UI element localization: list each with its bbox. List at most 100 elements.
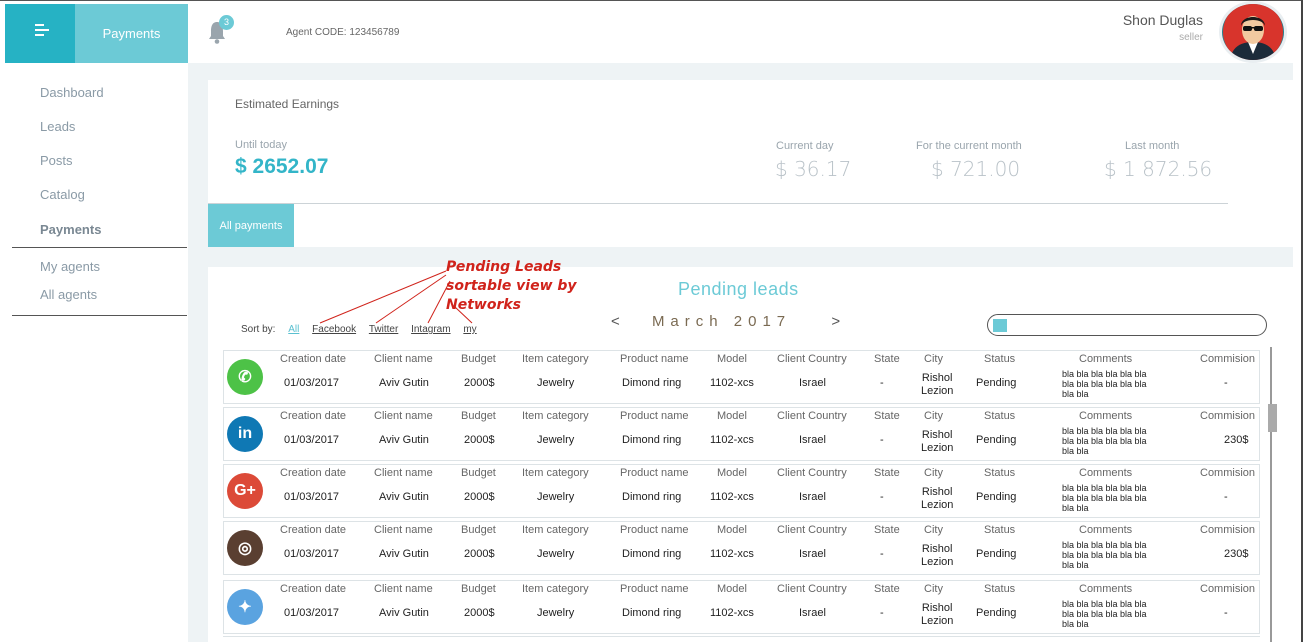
sort-by-row: Sort by: All Facebook Twitter Intagram m… <box>241 324 477 335</box>
column-header: Product name <box>620 410 689 422</box>
cell-category: Jewelry <box>537 434 575 446</box>
sort-facebook-link[interactable]: Facebook <box>312 324 356 335</box>
tab-all-payments[interactable]: All payments <box>208 204 294 247</box>
table-row[interactable]: G+ Creation date Client name Budget Item cat… <box>223 464 1260 518</box>
column-header: Creation date <box>280 583 347 595</box>
column-header: State <box>874 353 900 365</box>
cell-model: 1102-xcs <box>710 548 754 560</box>
sidebar-item-posts[interactable]: Posts <box>40 153 73 168</box>
column-header: City <box>924 583 943 595</box>
next-month-button[interactable]: > <box>831 313 840 330</box>
column-header: Item category <box>522 410 589 422</box>
cell-client: Aviv Gutin <box>379 548 429 560</box>
cell-client: Aviv Gutin <box>379 434 429 446</box>
cell-client: Aviv Gutin <box>379 491 429 503</box>
column-header: Status <box>984 524 1016 536</box>
column-header: Status <box>984 353 1016 365</box>
search-slider[interactable] <box>987 314 1267 336</box>
column-header: State <box>874 583 900 595</box>
column-header: Comments <box>1079 410 1133 422</box>
column-header: Product name <box>620 583 689 595</box>
sort-my-link[interactable]: my <box>463 324 476 335</box>
avatar[interactable] <box>1219 1 1287 63</box>
google-plus-icon: G+ <box>227 473 263 509</box>
sidebar: Dashboard Leads Posts Catalog Payments M… <box>5 63 188 642</box>
table-row[interactable]: ◎ Creation date Client name Budget Item cate… <box>223 521 1260 575</box>
prev-month-button[interactable]: < <box>611 313 620 330</box>
sort-instagram-link[interactable]: Intagram <box>411 324 450 335</box>
cell-status: Pending <box>976 377 1017 389</box>
cell-category: Jewelry <box>537 607 575 619</box>
column-header: Client name <box>374 524 433 536</box>
column-header: Model <box>717 410 747 422</box>
table-row[interactable]: ✦ Creation date Client name Budget Item cate… <box>223 580 1260 634</box>
column-header: Commision <box>1200 583 1256 595</box>
cell-category: Jewelry <box>537 491 575 503</box>
column-header: Client Country <box>777 524 847 536</box>
cell-product: Dimond ring <box>622 377 682 389</box>
cell-date: 01/03/2017 <box>284 548 340 560</box>
cell-budget: 2000$ <box>464 491 495 503</box>
notification-badge: 3 <box>219 15 234 30</box>
until-today-label: Until today <box>235 139 287 151</box>
current-day-value: $ 36.17 <box>775 157 852 181</box>
column-header: Comments <box>1079 353 1133 365</box>
cell-date: 01/03/2017 <box>284 434 340 446</box>
scrollbar-thumb[interactable] <box>1268 404 1277 432</box>
table-row[interactable]: in Creation date Client name Budget Item cat… <box>223 407 1260 461</box>
cell-commission: - <box>1224 377 1228 389</box>
sidebar-item-payments[interactable]: Payments <box>40 222 101 237</box>
column-header: Client Country <box>777 410 847 422</box>
sidebar-item-leads[interactable]: Leads <box>40 119 75 134</box>
table-row <box>223 636 1260 642</box>
sort-twitter-link[interactable]: Twitter <box>369 324 398 335</box>
sidebar-item-my-agents[interactable]: My agents <box>40 259 100 274</box>
until-today-value: $ 2652.07 <box>235 155 329 178</box>
scrollbar-track[interactable] <box>1270 347 1272 642</box>
cell-product: Dimond ring <box>622 491 682 503</box>
column-header: Commision <box>1200 410 1256 422</box>
column-header: State <box>874 467 900 479</box>
sidebar-item-all-agents[interactable]: All agents <box>40 287 97 302</box>
column-header: Model <box>717 583 747 595</box>
cell-date: 01/03/2017 <box>284 607 340 619</box>
cell-comments: bla bla bla bla bla bla bla bla bla bla … <box>1062 599 1147 629</box>
column-header: Budget <box>461 410 496 422</box>
menu-icon <box>35 24 49 36</box>
instagram-icon: ◎ <box>227 530 263 566</box>
column-header: Client name <box>374 410 433 422</box>
table-row[interactable]: ✆ Creation date Client name Budget Item cate… <box>223 350 1260 404</box>
cell-product: Dimond ring <box>622 607 682 619</box>
cell-state: - <box>880 548 884 560</box>
column-header: Model <box>717 467 747 479</box>
column-header: Creation date <box>280 353 347 365</box>
column-header: Creation date <box>280 467 347 479</box>
column-header: Product name <box>620 524 689 536</box>
column-header: State <box>874 410 900 422</box>
column-header: Client Country <box>777 353 847 365</box>
slider-handle[interactable] <box>993 319 1007 332</box>
column-header: Item category <box>522 524 589 536</box>
sort-all-link[interactable]: All <box>288 324 299 335</box>
column-header: Comments <box>1079 524 1133 536</box>
column-header: Status <box>984 410 1016 422</box>
sidebar-item-dashboard[interactable]: Dashboard <box>40 85 104 100</box>
current-month-value: $ 721.00 <box>931 157 1021 181</box>
cell-city: Rishol Lezion <box>921 372 953 398</box>
cell-category: Jewelry <box>537 548 575 560</box>
page-title: Payments <box>75 4 188 63</box>
column-header: City <box>924 410 943 422</box>
column-header: Item category <box>522 467 589 479</box>
cell-state: - <box>880 607 884 619</box>
cell-client: Aviv Gutin <box>379 607 429 619</box>
cell-budget: 2000$ <box>464 548 495 560</box>
sort-label: Sort by: <box>241 324 276 335</box>
menu-button[interactable] <box>5 4 75 63</box>
sidebar-item-catalog[interactable]: Catalog <box>40 187 85 202</box>
column-header: Comments <box>1079 467 1133 479</box>
cell-country: Israel <box>799 548 826 560</box>
column-header: Commision <box>1200 467 1256 479</box>
column-header: Budget <box>461 353 496 365</box>
cell-commission: 230$ <box>1224 548 1249 560</box>
column-header: Creation date <box>280 410 347 422</box>
